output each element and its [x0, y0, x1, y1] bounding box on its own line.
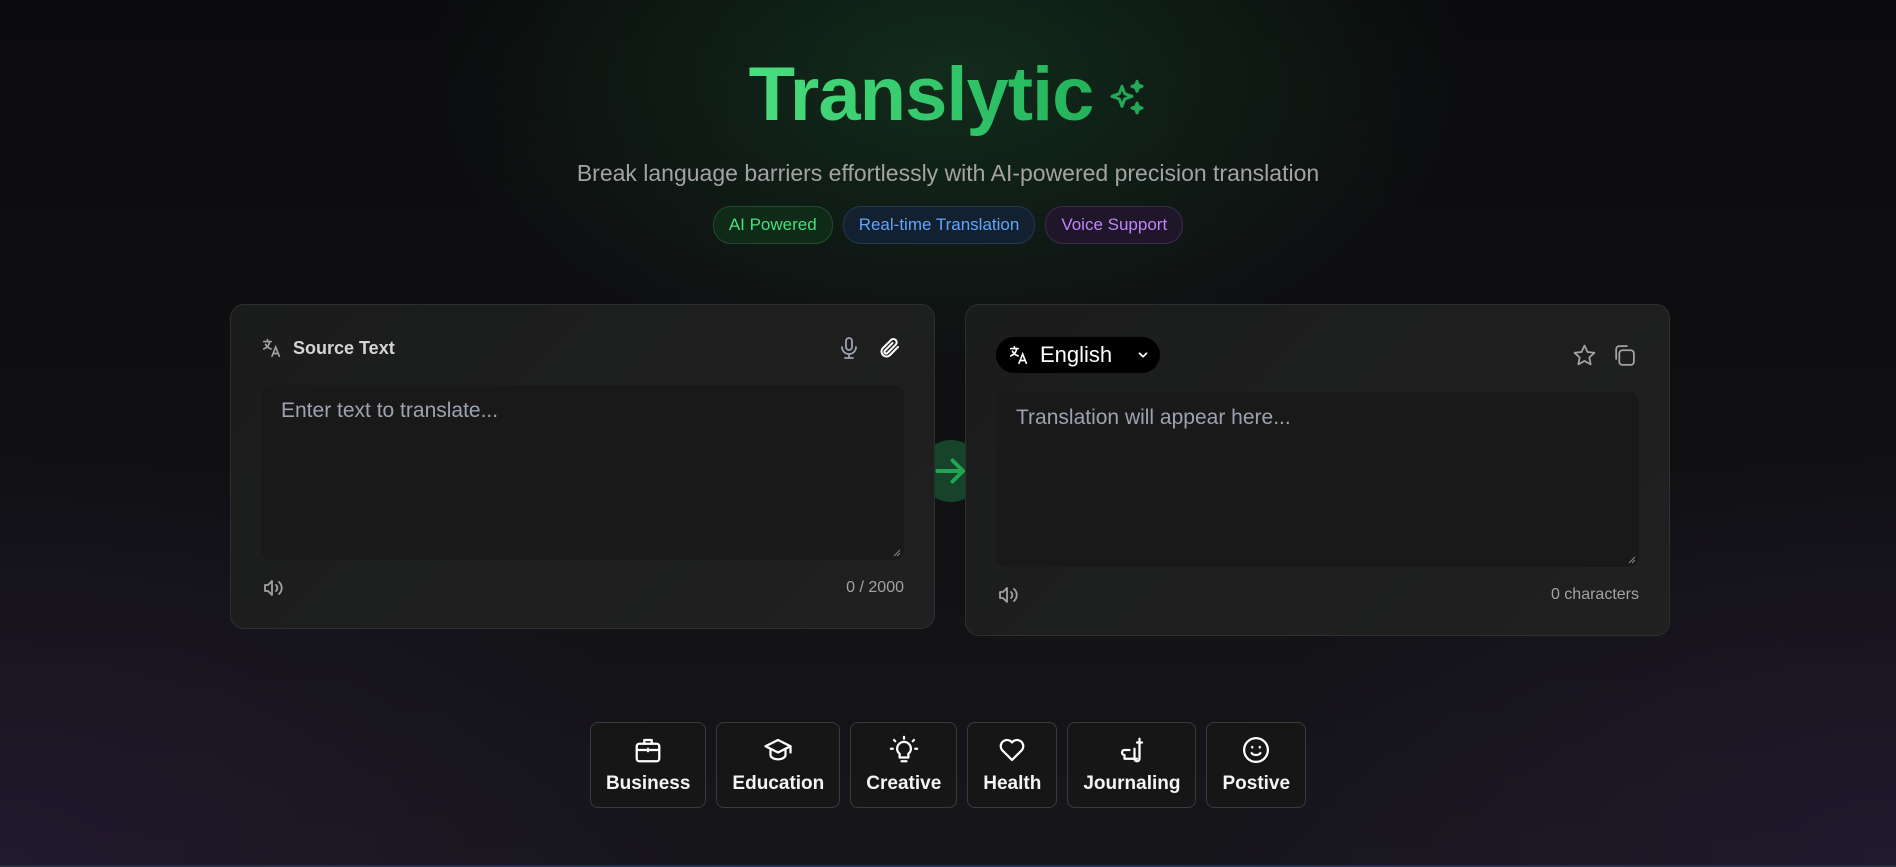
category-business[interactable]: Business — [589, 722, 707, 808]
translation-output[interactable]: Translation will appear here... — [996, 392, 1639, 567]
microphone-button[interactable] — [834, 333, 864, 363]
category-label: Business — [605, 773, 691, 794]
title-row: Translytic — [0, 50, 1896, 140]
hero: Translytic Break language barriers effor… — [0, 50, 1896, 244]
category-journaling[interactable]: Journaling — [1067, 722, 1197, 808]
target-language-select[interactable]: English — [996, 337, 1161, 373]
source-label: Source Text — [293, 337, 395, 358]
category-label: Creative — [866, 773, 942, 794]
speaker-icon — [264, 580, 283, 596]
pen-icon — [1120, 737, 1144, 763]
source-header: Source Text — [261, 327, 904, 369]
category-education[interactable]: Education — [716, 722, 841, 808]
graduation-cap-icon — [764, 738, 792, 761]
feature-badges: AI Powered Real-time Translation Voice S… — [0, 206, 1896, 244]
attach-file-button[interactable] — [874, 333, 904, 363]
category-label: Journaling — [1083, 773, 1181, 794]
target-char-count: 0 characters — [1550, 586, 1639, 603]
app-title: Translytic — [749, 50, 1095, 140]
translation-placeholder: Translation will appear here... — [1016, 406, 1291, 429]
category-label: Postive — [1222, 773, 1291, 794]
favorite-button[interactable] — [1569, 340, 1599, 370]
source-footer: 0 / 2000 — [261, 573, 904, 603]
category-label: Health — [983, 773, 1042, 794]
source-panel: Source Text Enter text to translate... 0 — [230, 304, 935, 629]
lightbulb-icon — [889, 735, 919, 763]
category-positive[interactable]: Postive — [1206, 722, 1307, 808]
source-placeholder: Enter text to translate... — [281, 399, 499, 422]
target-speak-button[interactable] — [996, 580, 1026, 610]
source-speak-button[interactable] — [261, 573, 291, 603]
arrow-right-icon — [935, 458, 965, 484]
target-panel: English Translation will appear here... — [965, 304, 1670, 636]
resize-handle-icon[interactable] — [893, 549, 901, 557]
smile-icon — [1243, 737, 1270, 763]
resize-handle-icon[interactable] — [1628, 556, 1636, 564]
sparkles-icon — [1110, 79, 1144, 115]
category-label: Education — [732, 773, 825, 794]
star-icon — [1573, 344, 1595, 365]
copy-icon — [1614, 344, 1635, 366]
speaker-icon — [999, 587, 1018, 603]
microphone-icon — [841, 337, 857, 359]
chevron-down-icon — [1138, 352, 1148, 358]
badge-ai-powered: AI Powered — [712, 206, 833, 244]
heart-icon — [999, 738, 1025, 762]
paperclip-icon — [880, 338, 899, 358]
briefcase-icon — [635, 738, 661, 763]
translate-icon — [1009, 345, 1028, 365]
target-language-value: English — [1040, 342, 1113, 367]
target-header: English — [996, 335, 1639, 375]
target-footer: 0 characters — [996, 580, 1639, 610]
source-text-input[interactable]: Enter text to translate... — [261, 385, 904, 560]
translate-icon — [262, 338, 281, 358]
category-creative[interactable]: Creative — [850, 722, 958, 808]
category-bar: Business Education Creative Health Journ… — [0, 722, 1896, 808]
source-char-count: 0 / 2000 — [846, 579, 904, 596]
subtitle: Break language barriers effortlessly wit… — [576, 160, 1320, 186]
copy-button[interactable] — [1609, 340, 1639, 370]
badge-voice-support: Voice Support — [1045, 206, 1184, 244]
category-health[interactable]: Health — [967, 722, 1058, 808]
badge-real-time: Real-time Translation — [842, 206, 1036, 244]
